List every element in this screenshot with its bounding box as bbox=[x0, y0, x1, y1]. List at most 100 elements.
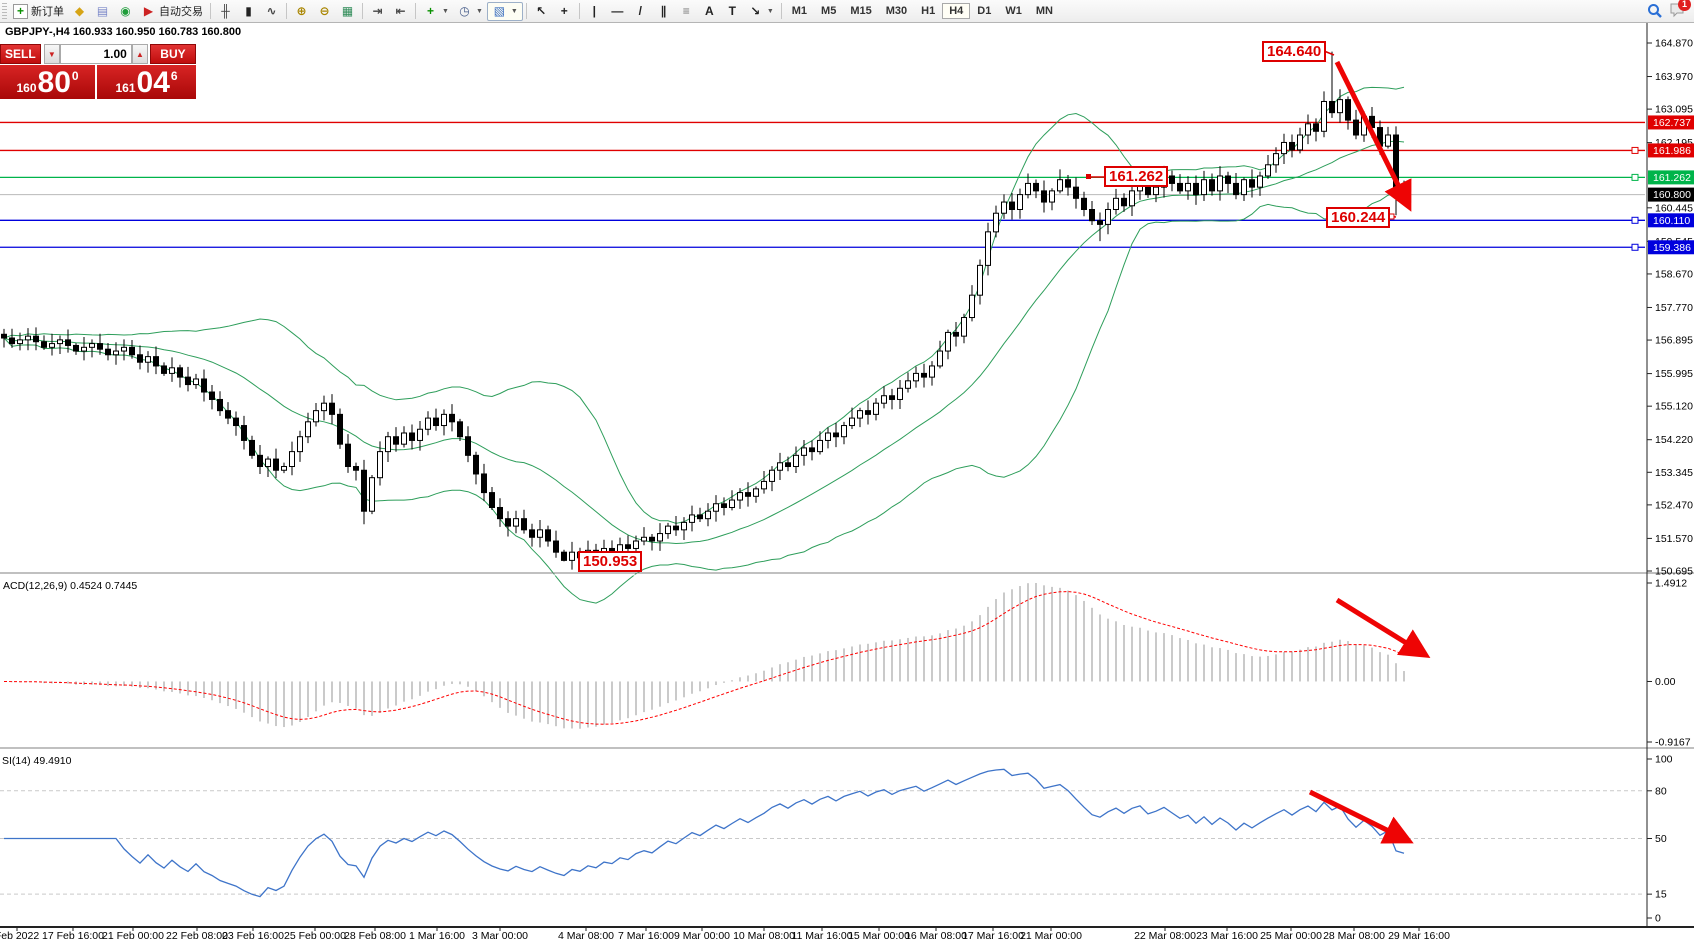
time-label: 16 Mar 08:00 bbox=[905, 930, 967, 941]
svg-text:154.220: 154.220 bbox=[1655, 434, 1693, 446]
price-annotation[interactable]: 161.262 bbox=[1104, 166, 1168, 187]
signals-icon: ◉ bbox=[118, 4, 133, 19]
timeframe-button-h4[interactable]: H4 bbox=[942, 3, 970, 19]
svg-text:156.895: 156.895 bbox=[1655, 335, 1693, 347]
svg-text:-0.9167: -0.9167 bbox=[1655, 737, 1691, 749]
timeframe-button-d1[interactable]: D1 bbox=[970, 3, 998, 19]
timeframe-button-mn[interactable]: MN bbox=[1029, 3, 1060, 19]
dropdown-caret-icon: ▼ bbox=[476, 8, 483, 15]
notification-badge: 1 bbox=[1678, 0, 1691, 11]
buy-button[interactable]: BUY bbox=[150, 44, 196, 64]
dropdown-caret-icon: ▼ bbox=[511, 8, 518, 15]
bar-chart-button[interactable]: ╫ bbox=[214, 3, 237, 20]
volume-input[interactable] bbox=[60, 44, 132, 64]
line-handle[interactable] bbox=[1632, 244, 1638, 250]
crosshair-button[interactable]: + bbox=[553, 3, 576, 20]
timeframe-button-m1[interactable]: M1 bbox=[785, 3, 814, 19]
editor-button[interactable]: ▤ bbox=[91, 3, 114, 20]
channel-button[interactable]: ∥ bbox=[652, 3, 675, 20]
timeframe-button-m5[interactable]: M5 bbox=[814, 3, 843, 19]
new-order-button[interactable]: +新订单 bbox=[9, 2, 68, 20]
time-label: 7 Mar 16:00 bbox=[618, 930, 674, 941]
fibonacci-button[interactable]: ≡ bbox=[675, 3, 698, 20]
sell-button[interactable]: SELL bbox=[0, 44, 41, 64]
timeframe-button-m30[interactable]: M30 bbox=[879, 3, 914, 19]
svg-text:155.120: 155.120 bbox=[1655, 401, 1693, 413]
time-label: 28 Feb 08:00 bbox=[344, 930, 406, 941]
channel-icon: ∥ bbox=[656, 4, 671, 19]
timeframe-button-w1[interactable]: W1 bbox=[998, 3, 1029, 19]
dropdown-caret-icon: ▼ bbox=[767, 8, 774, 15]
time-label: 25 Feb 00:00 bbox=[284, 930, 346, 941]
time-axis[interactable]: Feb 202217 Feb 16:0021 Feb 00:0022 Feb 0… bbox=[0, 927, 1450, 941]
price-badge-label: 161.986 bbox=[1653, 145, 1691, 157]
signals-button[interactable]: ◉ bbox=[114, 3, 137, 20]
zoom-out-button[interactable]: ⊖ bbox=[313, 3, 336, 20]
toolbar: +新订单◆▤◉▶自动交易╫▮∿⊕⊖▦⇥⇤+▼◷▼▧▼↖+|—/∥≡AT↘▼M1M… bbox=[0, 0, 1694, 23]
autotrade-button[interactable]: ▶自动交易 bbox=[137, 2, 207, 20]
cursor-button[interactable]: ↖ bbox=[530, 3, 553, 20]
annotation-handle[interactable] bbox=[1086, 174, 1091, 179]
time-label: 22 Mar 08:00 bbox=[1134, 930, 1196, 941]
svg-text:157.770: 157.770 bbox=[1655, 302, 1693, 314]
shift-end-icon: ⇥ bbox=[370, 4, 385, 19]
shift-end-button[interactable]: ⇥ bbox=[366, 3, 389, 20]
time-label: 28 Mar 08:00 bbox=[1323, 930, 1385, 941]
time-label: 11 Mar 16:00 bbox=[791, 930, 852, 941]
volume-increase-button[interactable]: ▲ bbox=[132, 44, 148, 64]
candlestick-icon: ▮ bbox=[241, 4, 256, 19]
timeframe-button-h1[interactable]: H1 bbox=[914, 3, 942, 19]
line-handle[interactable] bbox=[1632, 147, 1638, 153]
price-annotation[interactable]: 164.640 bbox=[1262, 41, 1326, 62]
fibonacci-icon: ≡ bbox=[679, 4, 694, 19]
period-button[interactable]: ◷▼ bbox=[453, 3, 487, 20]
chat-icon[interactable]: 1 bbox=[1669, 2, 1686, 21]
candlestick-button[interactable]: ▮ bbox=[237, 3, 260, 20]
time-label: 17 Mar 16:00 bbox=[962, 930, 1024, 941]
toolbar-separator bbox=[526, 3, 527, 19]
line-handle[interactable] bbox=[1632, 217, 1638, 223]
price-annotation[interactable]: 150.953 bbox=[578, 551, 642, 572]
rsi-label: SI(14) 49.4910 bbox=[2, 755, 72, 767]
timeframe-button-m15[interactable]: M15 bbox=[843, 3, 878, 19]
time-label: 1 Mar 16:00 bbox=[409, 930, 465, 941]
time-label: 17 Feb 16:00 bbox=[42, 930, 104, 941]
arrows-button[interactable]: ↘▼ bbox=[744, 3, 778, 20]
svg-text:50: 50 bbox=[1655, 833, 1667, 845]
zoom-in-button[interactable]: ⊕ bbox=[290, 3, 313, 20]
tile-windows-button[interactable]: ▦ bbox=[336, 3, 359, 20]
price-badge-label: 160.800 bbox=[1653, 189, 1691, 201]
trendline-button[interactable]: / bbox=[629, 3, 652, 20]
styles-button[interactable]: ◆ bbox=[68, 3, 91, 20]
toolbar-right: 1 bbox=[1647, 2, 1694, 21]
volume-decrease-button[interactable]: ▼ bbox=[44, 44, 60, 64]
time-label: 23 Feb 16:00 bbox=[222, 930, 284, 941]
chart-title: GBPJPY-,H4 160.933 160.950 160.783 160.8… bbox=[5, 26, 241, 38]
profiles-button[interactable]: ▧▼ bbox=[487, 2, 523, 21]
chart-canvas[interactable]: 164.870163.970163.095162.195160.445159.5… bbox=[0, 0, 1694, 941]
svg-text:0.00: 0.00 bbox=[1655, 676, 1676, 688]
svg-text:163.095: 163.095 bbox=[1655, 104, 1693, 116]
autoscroll-button[interactable]: ⇤ bbox=[389, 3, 412, 20]
hline-button[interactable]: — bbox=[606, 3, 629, 20]
price-badge-label: 159.386 bbox=[1653, 242, 1691, 254]
line-chart-button[interactable]: ∿ bbox=[260, 3, 283, 20]
time-label: 21 Feb 00:00 bbox=[102, 930, 164, 941]
text-button[interactable]: A bbox=[698, 3, 721, 20]
price-annotation[interactable]: 160.244 bbox=[1326, 207, 1390, 228]
svg-text:100: 100 bbox=[1655, 754, 1673, 766]
vline-button[interactable]: | bbox=[583, 3, 606, 20]
buy-price-button[interactable]: 161 04 6 bbox=[97, 65, 196, 99]
autoscroll-icon: ⇤ bbox=[393, 4, 408, 19]
sell-price-button[interactable]: 160 80 0 bbox=[0, 65, 95, 99]
price-badge-label: 161.262 bbox=[1653, 172, 1691, 184]
search-icon[interactable] bbox=[1647, 3, 1663, 19]
add-chart-button[interactable]: +▼ bbox=[419, 3, 453, 20]
svg-text:1.4912: 1.4912 bbox=[1655, 578, 1687, 590]
line-handle[interactable] bbox=[1632, 174, 1638, 180]
arrows-icon: ↘ bbox=[748, 4, 763, 19]
svg-text:160.445: 160.445 bbox=[1655, 202, 1693, 214]
label-button[interactable]: T bbox=[721, 3, 744, 20]
time-label: 21 Mar 00:00 bbox=[1020, 930, 1082, 941]
svg-text:164.870: 164.870 bbox=[1655, 38, 1693, 50]
